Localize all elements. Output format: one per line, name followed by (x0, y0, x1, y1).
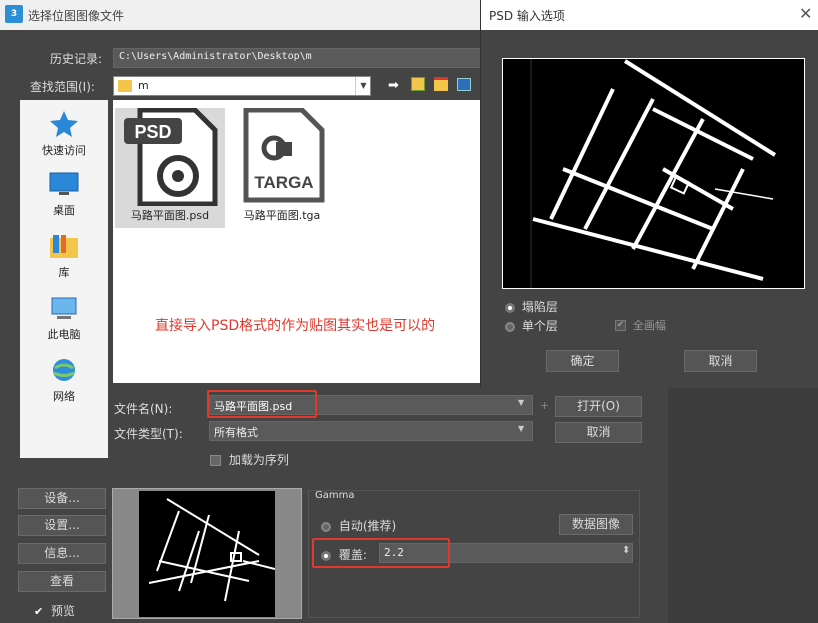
filetype-value: 所有格式 (214, 426, 258, 439)
highlight-filename (207, 390, 317, 418)
psd-preview-frame (502, 58, 805, 289)
file-badge-psd: PSD (134, 122, 171, 142)
file-item-psd[interactable]: PSD 马路平面图.psd (115, 107, 225, 228)
place-library[interactable]: 库 (20, 234, 108, 280)
info-button[interactable]: 信息... (18, 543, 106, 564)
filetype-label: 文件类型(T): (114, 427, 183, 441)
place-desktop[interactable]: 桌面 (20, 172, 108, 218)
spinner-icon[interactable]: ⬍ (622, 545, 630, 556)
place-this-pc[interactable]: 此电脑 (20, 296, 108, 342)
plus-icon: + (540, 399, 550, 412)
chevron-down-icon[interactable]: ▼ (355, 77, 371, 95)
radio-icon (505, 321, 515, 332)
data-image-button[interactable]: 数据图像 (559, 514, 633, 535)
up-folder-icon[interactable] (411, 77, 425, 91)
desktop-icon (49, 172, 79, 195)
full-canvas-checkbox[interactable]: ✔ 全画幅 (615, 317, 666, 333)
place-quick-access[interactable]: 快速访问 (20, 110, 108, 158)
tga-file-icon: TARGA (243, 107, 325, 203)
back-arrow-icon[interactable]: ➡ (388, 78, 399, 93)
star-icon (50, 111, 78, 137)
setup-button[interactable]: 设置... (18, 515, 106, 536)
preview-panel (112, 488, 302, 619)
history-label: 历史记录: (50, 52, 103, 66)
psd-dialog-title: PSD 输入选项 (489, 9, 565, 23)
highlight-gamma (312, 538, 450, 568)
places-bar: 快速访问 桌面 库 此电脑 网络 (20, 100, 108, 458)
file-name-psd: 马路平面图.psd (130, 209, 210, 222)
psd-ok-button[interactable]: 确定 (546, 350, 619, 372)
chevron-down-icon[interactable]: ▼ (518, 398, 524, 407)
preview-image (139, 491, 275, 617)
lookin-value: m (138, 79, 149, 92)
checkmark-icon: ✔ (34, 605, 44, 618)
cancel-button[interactable]: 取消 (555, 422, 642, 443)
devices-button[interactable]: 设备... (18, 488, 106, 509)
filetype-dropdown[interactable]: 所有格式 ▼ (209, 421, 533, 441)
place-network[interactable]: 网络 (20, 358, 108, 404)
new-folder-icon[interactable] (434, 77, 448, 91)
radio-icon (505, 302, 515, 313)
psd-file-icon: PSD (124, 107, 218, 207)
radio-icon (321, 521, 331, 532)
history-field[interactable]: C:\Users\Administrator\Desktop\m (113, 48, 481, 68)
checkmark-icon: ✔ (615, 320, 626, 331)
network-icon (53, 359, 75, 381)
view-menu-icon[interactable] (457, 78, 471, 91)
single-layer-radio[interactable]: 单个层 (505, 317, 558, 334)
app-icon: 3 (5, 5, 23, 23)
file-name-tga: 马路平面图.tga (243, 209, 321, 222)
file-badge-tga: TARGA (254, 173, 313, 192)
psd-preview-image (503, 59, 804, 288)
psd-cancel-button[interactable]: 取消 (684, 350, 757, 372)
library-icon (50, 235, 78, 258)
gamma-title: Gamma (315, 490, 355, 501)
folder-icon (118, 80, 132, 92)
chevron-down-icon[interactable]: ▼ (518, 424, 524, 433)
open-button[interactable]: 打开(O) (555, 396, 642, 417)
computer-icon (51, 297, 77, 319)
checkbox-icon (210, 455, 221, 466)
file-item-tga[interactable]: TARGA 马路平面图.tga (227, 107, 337, 228)
lookin-dropdown[interactable]: m ▼ (113, 76, 371, 96)
psd-options-dialog: PSD 输入选项 ✕ 塌陷层 单个层 ✔ 全画幅 确定 取消 (480, 0, 818, 388)
background-area (668, 388, 818, 623)
dialog-title: 选择位图图像文件 (28, 9, 125, 23)
close-icon[interactable]: ✕ (799, 4, 812, 23)
view-button[interactable]: 查看 (18, 571, 106, 592)
gamma-auto-radio[interactable]: 自动(推荐) (321, 517, 396, 534)
file-list: PSD 马路平面图.psd TARGA 马路平面图.tga 直接导入PSD格式的… (113, 100, 481, 383)
filename-label: 文件名(N): (114, 402, 173, 416)
annotation-text: 直接导入PSD格式的作为贴图其实也是可以的 (155, 318, 436, 334)
lookin-label: 查找范围(I): (30, 80, 95, 94)
sequence-checkbox[interactable]: 加载为序列 (210, 451, 289, 468)
collapse-layers-radio[interactable]: 塌陷层 (505, 298, 558, 315)
psd-title-bar: PSD 输入选项 ✕ (481, 0, 818, 30)
preview-checkbox[interactable]: ✔ 预览 (34, 602, 75, 619)
